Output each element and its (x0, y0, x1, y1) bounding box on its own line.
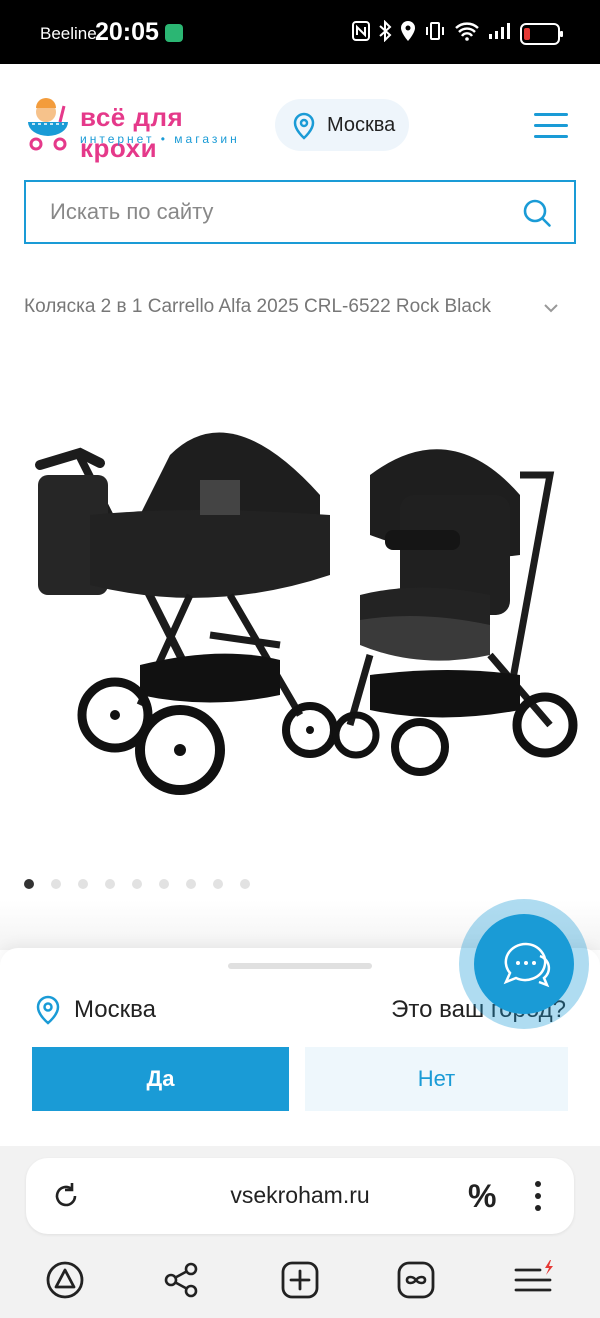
wifi-icon (454, 21, 480, 46)
search-box (24, 180, 576, 244)
clock: 20:05 (95, 18, 159, 46)
nfc-icon (352, 21, 370, 46)
logo-tagline: интернет • магазин (80, 132, 240, 146)
chevron-down-icon[interactable] (541, 298, 561, 318)
status-icons (352, 19, 563, 47)
product-title: Коляска 2 в 1 Carrello Alfa 2025 CRL-652… (24, 296, 491, 317)
carrier-label: Beeline (40, 24, 97, 43)
location-pin-icon (36, 995, 60, 1025)
vibrate-icon (424, 21, 446, 46)
gallery-dot[interactable] (132, 879, 142, 889)
detected-city: Москва (74, 996, 156, 1023)
gallery-dot[interactable] (51, 879, 61, 889)
site-logo[interactable]: всё для крохи интернет • магазин (24, 96, 264, 163)
confirm-city-yes-button[interactable]: Да (32, 1047, 289, 1111)
browser-menu-icon[interactable] (514, 1260, 556, 1300)
battery-icon (520, 22, 563, 45)
share-icon[interactable] (162, 1260, 200, 1300)
location-icon (400, 20, 416, 47)
city-selector-label: Москва (327, 114, 396, 136)
baby-stroller-logo-icon (28, 98, 68, 151)
gallery-pagination (24, 879, 250, 889)
gallery-dot[interactable] (159, 879, 169, 889)
hamburger-icon[interactable] (534, 113, 568, 139)
location-pin-icon (293, 112, 315, 140)
browser-bottom-nav (0, 1246, 600, 1318)
tabs-icon[interactable] (396, 1260, 436, 1300)
more-vert-icon[interactable] (532, 1178, 544, 1214)
bluetooth-icon (378, 19, 392, 47)
gallery-dot[interactable] (24, 879, 34, 889)
chat-button[interactable] (459, 899, 589, 1029)
sheet-drag-handle[interactable] (228, 963, 372, 969)
product-image[interactable] (20, 395, 580, 815)
alice-assistant-icon[interactable] (45, 1260, 85, 1300)
city-selector[interactable]: Москва (275, 99, 409, 151)
gallery-dot[interactable] (186, 879, 196, 889)
gallery-dot[interactable] (213, 879, 223, 889)
gallery-dot[interactable] (105, 879, 115, 889)
confirm-city-no-button[interactable]: Нет (305, 1047, 568, 1111)
signal-icon (488, 22, 512, 45)
browser-toolbar: vsekroham.ru % (0, 1146, 600, 1318)
discount-icon[interactable]: % (468, 1178, 496, 1215)
search-input[interactable] (50, 196, 510, 228)
stroller-seat-illustration (332, 449, 578, 776)
status-bar: Beeline 20:05 (0, 0, 600, 64)
chat-button-inner (474, 914, 574, 1014)
gallery-dot[interactable] (240, 879, 250, 889)
chat-bubbles-icon (503, 942, 551, 988)
search-icon[interactable] (522, 198, 552, 228)
new-tab-icon[interactable] (280, 1260, 320, 1300)
gallery-dot[interactable] (78, 879, 88, 889)
address-bar[interactable]: vsekroham.ru % (26, 1158, 574, 1234)
stroller-carrycot-illustration (35, 432, 338, 795)
app-notification-icon (165, 24, 183, 42)
